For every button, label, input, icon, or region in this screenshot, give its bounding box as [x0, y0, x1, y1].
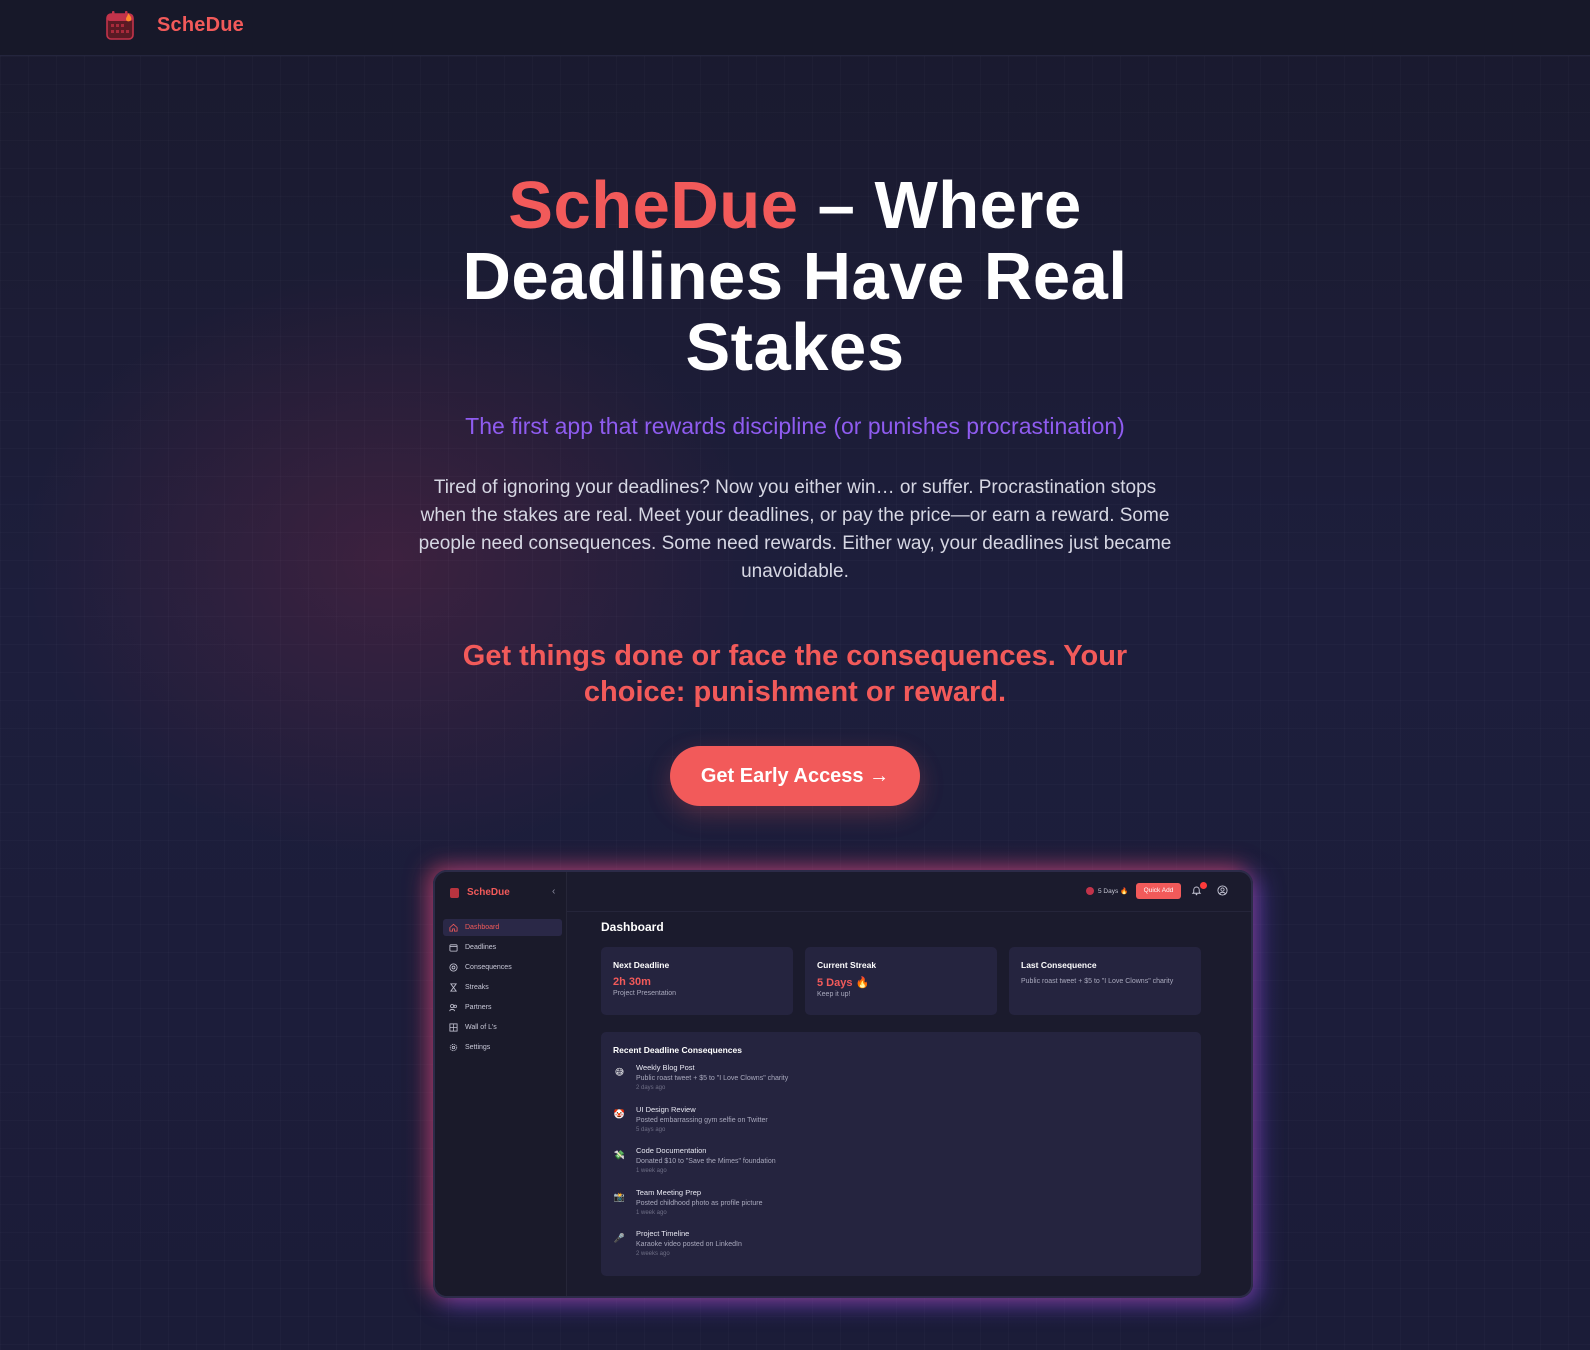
item-desc: Karaoke video posted on LinkedIn — [636, 1241, 742, 1248]
sidebar-item-consequences[interactable]: Consequences — [443, 959, 562, 976]
sidebar-item-deadlines[interactable]: Deadlines — [443, 939, 562, 956]
wall-icon — [449, 1023, 458, 1032]
sidebar-item-label: Settings — [465, 1044, 491, 1051]
preview-logo-icon — [450, 887, 459, 898]
collapse-sidebar-icon[interactable]: ‹ — [552, 886, 555, 897]
streak-badge-icon — [1086, 887, 1094, 895]
notification-dot — [1200, 882, 1207, 889]
preview-brand[interactable]: ScheDue — [450, 887, 510, 898]
item-time: 2 days ago — [636, 1085, 666, 1091]
card-label: Current Streak — [817, 960, 877, 970]
sidebar-item-label: Consequences — [465, 964, 512, 971]
microphone-icon: 🎤 — [613, 1233, 626, 1243]
calendar-icon — [449, 944, 458, 952]
current-streak-card[interactable]: Current Streak 5 Days 🔥 Keep it up! — [805, 947, 997, 1015]
camera-icon: 📸 — [613, 1191, 626, 1202]
hero-section: ScheDue – Where Deadlines Have Real Stak… — [0, 170, 1590, 806]
card-label: Last Consequence — [1021, 960, 1097, 970]
list-item[interactable]: 🤡 UI Design Review Posted embarrassing g… — [613, 1105, 1189, 1147]
calendar-fire-icon — [106, 11, 134, 40]
brand-link[interactable]: ScheDue — [105, 9, 244, 41]
hero-subtitle: The first app that rewards discipline (o… — [465, 413, 1125, 439]
card-value: 2h 30m — [613, 976, 651, 988]
user-avatar-icon[interactable] — [1217, 885, 1228, 896]
list-item[interactable]: 😅 Weekly Blog Post Public roast tweet + … — [613, 1063, 1189, 1105]
sidebar-item-dashboard[interactable]: Dashboard — [443, 919, 562, 936]
hero-title: ScheDue – Where Deadlines Have Real Stak… — [415, 170, 1175, 383]
next-deadline-card[interactable]: Next Deadline 2h 30m Project Presentatio… — [601, 947, 793, 1015]
card-sub: Project Presentation — [613, 990, 677, 997]
list-item[interactable]: 🎤 Project Timeline Karaoke video posted … — [613, 1229, 1189, 1271]
preview-sidebar-nav: Dashboard Deadlines Consequences Streaks — [443, 919, 562, 1059]
item-title: UI Design Review — [636, 1104, 696, 1114]
card-sub: Keep it up! — [817, 991, 851, 998]
sidebar-item-label: Wall of L's — [465, 1024, 497, 1031]
preview-brand-name: ScheDue — [467, 887, 510, 898]
hero-title-accent: ScheDue — [508, 168, 799, 243]
preview-sidebar: ScheDue ‹ Dashboard Deadlines Consequenc… — [435, 872, 567, 1296]
item-time: 1 week ago — [636, 1209, 667, 1216]
quick-add-button[interactable]: Quick Add — [1136, 883, 1181, 899]
list-item[interactable]: 💸 Code Documentation Donated $10 to "Sav… — [613, 1146, 1189, 1188]
hourglass-icon — [449, 983, 458, 992]
sidebar-item-label: Dashboard — [465, 924, 500, 931]
item-title: Code Documentation — [636, 1146, 707, 1155]
item-desc: Posted childhood photo as profile pictur… — [636, 1199, 763, 1207]
dashboard-preview: ScheDue ‹ Dashboard Deadlines Consequenc… — [433, 870, 1253, 1298]
sidebar-item-partners[interactable]: Partners — [443, 999, 562, 1016]
item-desc: Donated $10 to "Save the Mimes" foundati… — [636, 1158, 776, 1165]
users-icon — [449, 1004, 457, 1012]
sidebar-item-label: Streaks — [465, 984, 489, 991]
card-value: 5 Days 🔥 — [817, 977, 870, 989]
streak-text: 5 Days 🔥 — [1098, 888, 1129, 895]
sidebar-item-wall-of-ls[interactable]: Wall of L's — [443, 1019, 562, 1036]
card-label: Next Deadline — [613, 960, 670, 970]
dashboard-preview-frame: ScheDue ‹ Dashboard Deadlines Consequenc… — [433, 870, 1253, 1298]
item-desc: Posted embarrassing gym selfie on Twitte… — [636, 1116, 768, 1124]
home-icon — [449, 923, 458, 932]
gear-icon — [449, 1043, 458, 1052]
sidebar-item-streaks[interactable]: Streaks — [443, 979, 562, 996]
streak-indicator: 5 Days 🔥 — [1086, 887, 1128, 895]
recent-consequences-panel: Recent Deadline Consequences 😅 Weekly Bl… — [601, 1032, 1201, 1276]
target-icon — [449, 963, 458, 972]
brand-name: ScheDue — [157, 13, 244, 36]
money-icon: 💸 — [613, 1150, 626, 1160]
sweat-smile-icon: 😅 — [614, 1067, 625, 1077]
hero-description: Tired of ignoring your deadlines? Now yo… — [418, 477, 1172, 582]
clown-icon: 🤡 — [613, 1108, 626, 1119]
list-item[interactable]: 📸 Team Meeting Prep Posted childhood pho… — [613, 1188, 1189, 1230]
recent-consequences-title: Recent Deadline Consequences — [613, 1045, 742, 1055]
item-title: Weekly Blog Post — [636, 1063, 695, 1072]
landing-page: ScheDue ScheDue – Where Deadlines Have R… — [0, 0, 1590, 1350]
preview-topbar: 5 Days 🔥 Quick Add — [567, 872, 1251, 912]
preview-page-title: Dashboard — [601, 920, 664, 934]
item-title: Project Timeline — [636, 1229, 690, 1238]
card-text: Public roast tweet + $5 to "I Love Clown… — [1021, 978, 1174, 985]
item-desc: Public roast tweet + $5 to "I Love Clown… — [636, 1075, 789, 1082]
item-time: 2 weeks ago — [636, 1251, 670, 1257]
sidebar-item-label: Deadlines — [465, 944, 497, 951]
last-consequence-card[interactable]: Last Consequence Public roast tweet + $5… — [1009, 947, 1201, 1015]
item-title: Team Meeting Prep — [636, 1187, 702, 1197]
item-time: 5 days ago — [636, 1126, 666, 1133]
top-nav: ScheDue — [0, 0, 1590, 56]
hero-tagline: Get things done or face the consequences… — [462, 640, 1128, 708]
item-time: 1 week ago — [636, 1168, 667, 1174]
get-early-access-button[interactable]: Get Early Access → — [670, 746, 920, 806]
sidebar-item-settings[interactable]: Settings — [443, 1039, 562, 1056]
sidebar-item-label: Partners — [465, 1004, 492, 1011]
